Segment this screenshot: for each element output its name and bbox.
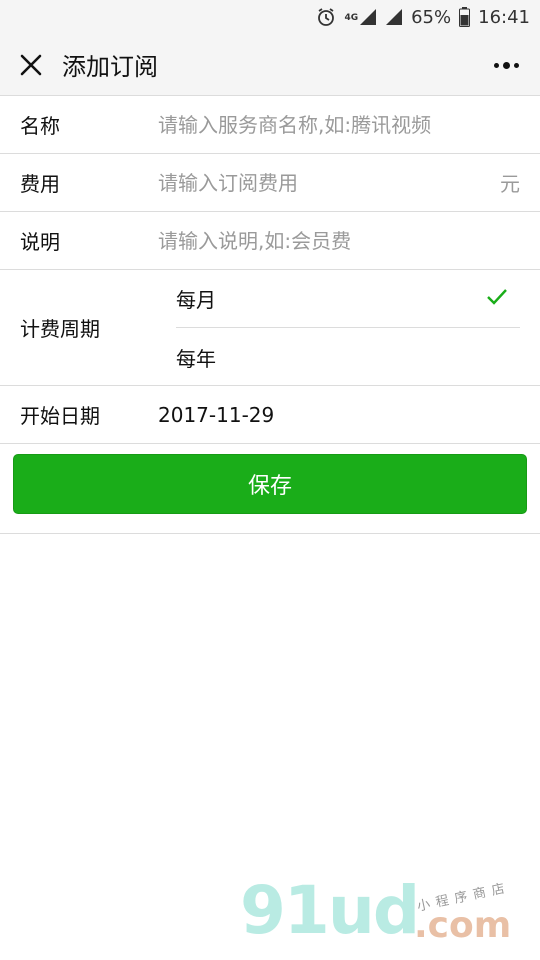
option-monthly[interactable]: 每月 [176,270,520,328]
cost-input[interactable] [158,170,498,195]
watermark-suffix: .com [414,905,512,946]
billing-cycle-label: 计费周期 [20,317,100,341]
status-bar: 4G 65% 16:41 [0,0,540,34]
signal-icon [385,8,403,26]
check-icon [487,289,507,305]
option-monthly-label: 每月 [176,288,216,312]
name-input[interactable] [158,112,498,137]
battery-percent: 65% [411,6,452,28]
billing-cycle-options: 每月 每年 [176,270,520,386]
subscription-form: 名称 费用 元 说明 计费周期 每月 每年 开始日期 2017-11-29 [0,96,540,444]
watermark-brand: 91ud [240,872,420,949]
start-date-value[interactable]: 2017-11-29 [158,403,274,427]
alarm-icon [316,7,336,27]
divider [0,533,540,534]
start-date-row[interactable]: 开始日期 2017-11-29 [0,386,540,444]
cost-label: 费用 [20,172,60,196]
clock: 16:41 [478,6,530,28]
network-type: 4G [344,13,359,23]
more-button[interactable] [486,48,526,82]
start-date-label: 开始日期 [20,404,100,428]
close-button[interactable] [0,34,62,96]
description-input[interactable] [158,228,498,253]
more-icon [493,61,519,69]
watermark-logo: 91ud .com 小程序商店 [240,878,530,958]
save-button[interactable]: 保存 [13,454,527,514]
description-label: 说明 [20,230,60,254]
save-area: 保存 [13,454,527,514]
cost-row: 费用 元 [0,154,540,212]
battery-icon [459,7,471,27]
billing-cycle-row: 计费周期 每月 每年 [0,270,540,386]
signal-icon: 4G [344,8,377,26]
name-label: 名称 [20,114,60,138]
currency-unit: 元 [500,172,520,196]
option-yearly-label: 每年 [176,346,216,371]
name-row: 名称 [0,96,540,154]
page-title: 添加订阅 [62,53,158,81]
option-yearly[interactable]: 每年 [176,328,520,386]
close-icon [20,54,42,75]
nav-bar: 添加订阅 [0,34,540,96]
description-row: 说明 [0,212,540,270]
